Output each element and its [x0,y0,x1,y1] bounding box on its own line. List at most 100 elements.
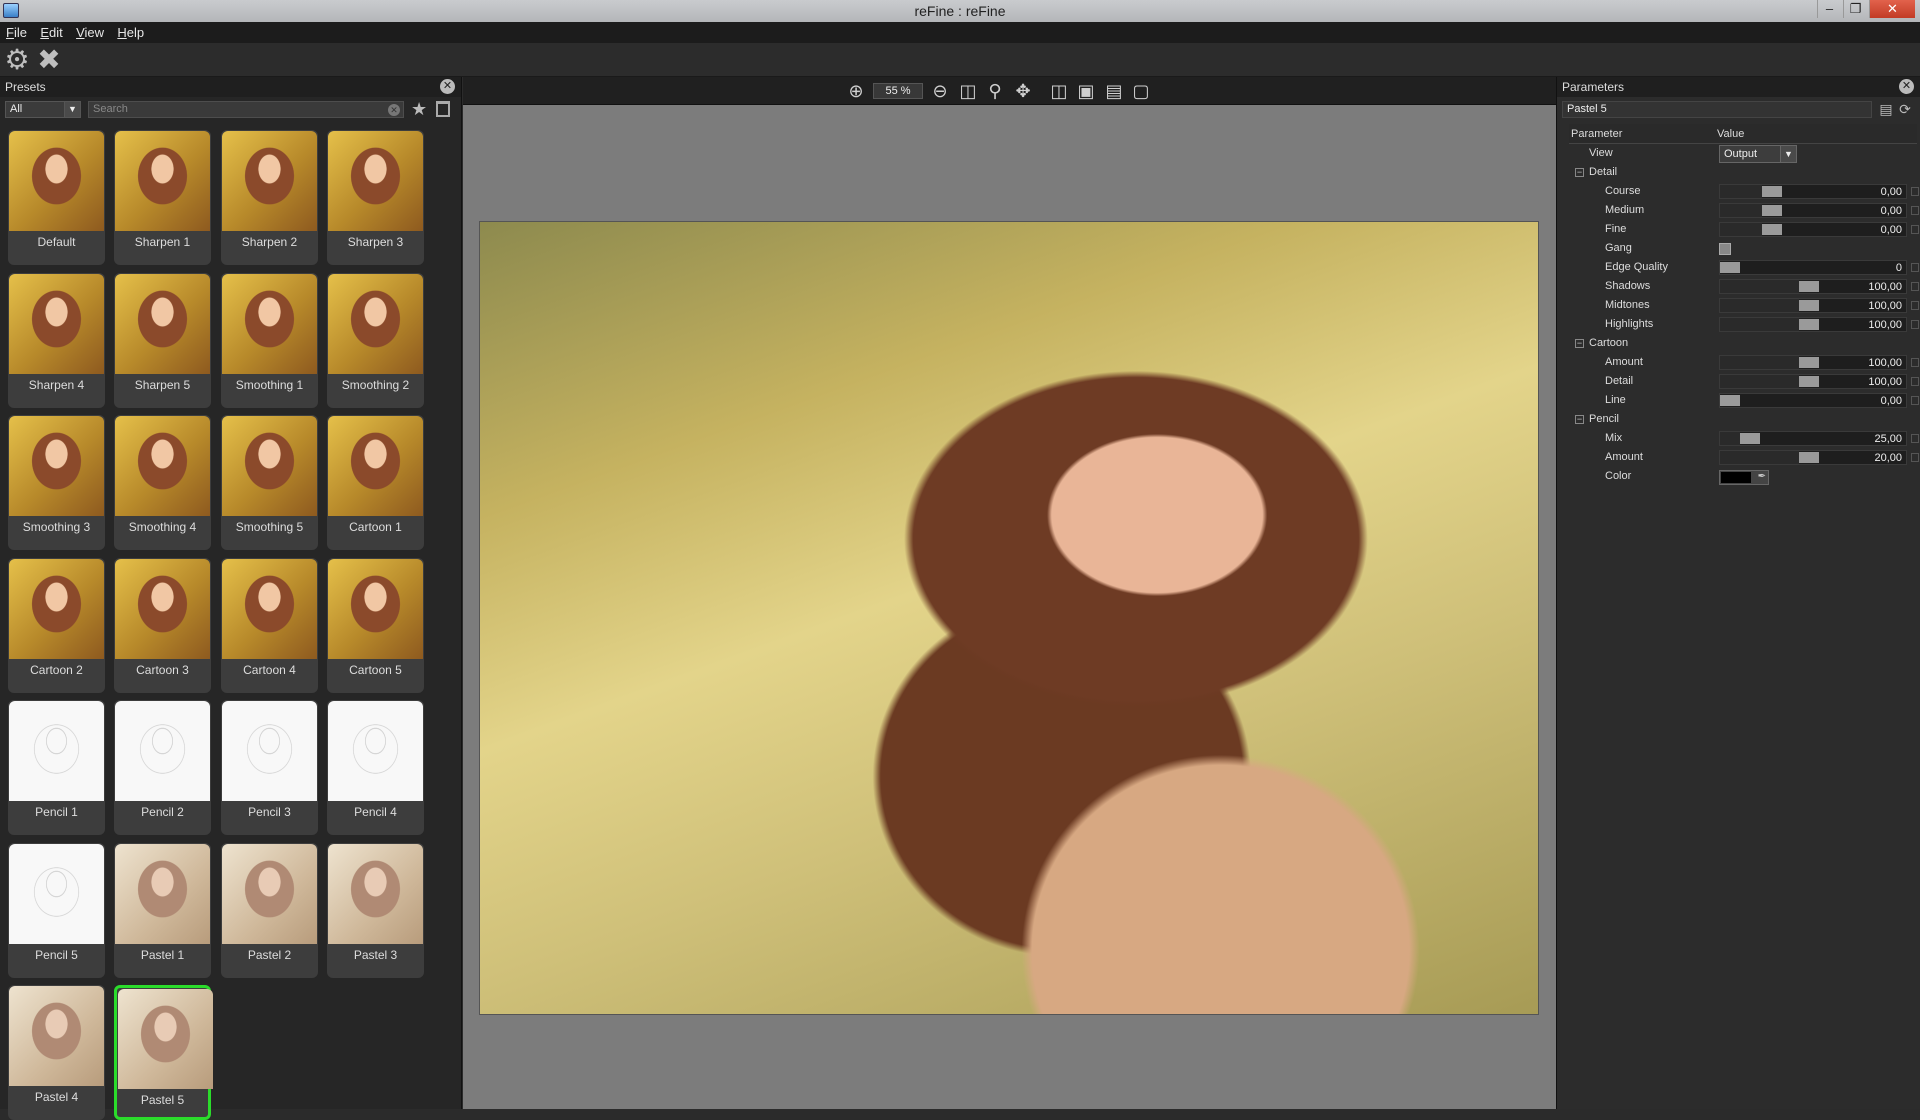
reset-icon[interactable]: ⟳ [1897,101,1913,117]
close-button[interactable]: ✕ [1869,0,1915,18]
side-by-side-icon[interactable]: ▣ [1075,81,1097,101]
preset-card[interactable]: Pencil 5 [8,843,105,978]
zoom-in-icon[interactable]: ⊕ [845,81,867,101]
color-picker[interactable]: ✒ [1719,470,1769,485]
reset-value-icon[interactable] [1911,282,1919,291]
preset-card[interactable]: Pastel 5 [114,985,213,1120]
reset-value-icon[interactable] [1911,263,1919,272]
slider-handle[interactable] [1799,376,1819,387]
param-slider[interactable]: 0 [1719,260,1907,275]
slider-handle[interactable] [1762,205,1782,216]
menu-help[interactable]: Help [111,22,148,40]
slider-handle[interactable] [1740,433,1760,444]
slider-handle[interactable] [1762,224,1782,235]
preset-card[interactable]: Pastel 1 [114,843,211,978]
close-parameters-icon[interactable]: ✕ [1899,79,1914,94]
trash-icon[interactable] [436,101,450,117]
preset-card[interactable]: Pastel 3 [327,843,424,978]
reset-value-icon[interactable] [1911,396,1919,405]
zoom-out-icon[interactable]: ⊖ [929,81,951,101]
single-view-icon[interactable]: ▢ [1130,81,1152,101]
preset-card[interactable]: Pencil 3 [221,700,318,835]
save-preset-icon[interactable]: ▤ [1878,101,1894,117]
slider-handle[interactable] [1720,262,1740,273]
preset-card[interactable]: Pencil 2 [114,700,211,835]
preset-card[interactable]: Sharpen 1 [114,130,211,265]
preset-card[interactable]: Cartoon 2 [8,558,105,693]
clear-search-icon[interactable]: ✕ [388,104,400,116]
reset-value-icon[interactable] [1911,225,1919,234]
preset-card[interactable]: Smoothing 2 [327,273,424,408]
reset-value-icon[interactable] [1911,206,1919,215]
favorite-star-icon[interactable]: ★ [411,99,427,120]
slider-handle[interactable] [1799,357,1819,368]
maximize-button[interactable]: ❐ [1843,0,1867,18]
gang-checkbox[interactable] [1719,243,1731,255]
preset-card[interactable]: Default [8,130,105,265]
collapse-icon[interactable]: − [1575,415,1584,424]
preset-card[interactable]: Pencil 1 [8,700,105,835]
preset-card[interactable]: Smoothing 4 [114,415,211,550]
reset-value-icon[interactable] [1911,377,1919,386]
view-select[interactable]: Output ▼ [1719,145,1797,163]
param-slider[interactable]: 100,00 [1719,298,1907,313]
collapse-icon[interactable]: − [1575,168,1584,177]
param-group-pencil[interactable]: − Pencil [1569,410,1917,429]
param-slider[interactable]: 0,00 [1719,203,1907,218]
close-image-icon[interactable]: ✖ [34,45,64,75]
slider-handle[interactable] [1720,395,1740,406]
output-image[interactable] [479,221,1539,1015]
preset-card[interactable]: Pastel 2 [221,843,318,978]
reset-value-icon[interactable] [1911,453,1919,462]
slider-handle[interactable] [1799,300,1819,311]
preset-card[interactable]: Smoothing 1 [221,273,318,408]
preset-card[interactable]: Smoothing 3 [8,415,105,550]
eyedropper-icon[interactable]: ✒ [1758,471,1766,482]
zoom-level-field[interactable]: 55 % [873,83,923,99]
reset-value-icon[interactable] [1911,358,1919,367]
preset-card[interactable]: Cartoon 4 [221,558,318,693]
fit-to-window-icon[interactable]: ◫ [957,81,979,101]
param-slider[interactable]: 100,00 [1719,355,1907,370]
split-view-icon[interactable]: ◫ [1048,81,1070,101]
preset-card[interactable]: Pastel 4 [8,985,105,1120]
param-group-detail[interactable]: − Detail [1569,163,1917,182]
preset-card[interactable]: Cartoon 5 [327,558,424,693]
preset-card[interactable]: Cartoon 1 [327,415,424,550]
reset-value-icon[interactable] [1911,187,1919,196]
param-slider[interactable]: 100,00 [1719,317,1907,332]
slider-handle[interactable] [1799,452,1819,463]
reset-value-icon[interactable] [1911,301,1919,310]
preset-card[interactable]: Sharpen 2 [221,130,318,265]
minimize-button[interactable]: – [1817,0,1841,18]
param-slider[interactable]: 0,00 [1719,393,1907,408]
slider-handle[interactable] [1799,281,1819,292]
gear-icon[interactable]: ⚙ [2,45,32,75]
reset-value-icon[interactable] [1911,320,1919,329]
preset-card[interactable]: Cartoon 3 [114,558,211,693]
param-slider[interactable]: 0,00 [1719,184,1907,199]
param-slider[interactable]: 0,00 [1719,222,1907,237]
slider-handle[interactable] [1799,319,1819,330]
param-slider[interactable]: 100,00 [1719,374,1907,389]
pan-move-icon[interactable]: ✥ [1012,81,1034,101]
preset-card[interactable]: Sharpen 5 [114,273,211,408]
category-select[interactable]: All ▼ [5,101,81,118]
split-horizontal-icon[interactable]: ▤ [1103,81,1125,101]
search-input[interactable]: Search ✕ [88,101,404,118]
collapse-icon[interactable]: − [1575,339,1584,348]
reset-value-icon[interactable] [1911,434,1919,443]
param-slider[interactable]: 100,00 [1719,279,1907,294]
slider-handle[interactable] [1762,186,1782,197]
menu-edit[interactable]: Edit [34,22,66,40]
preset-card[interactable]: Pencil 4 [327,700,424,835]
param-slider[interactable]: 25,00 [1719,431,1907,446]
preset-card[interactable]: Sharpen 4 [8,273,105,408]
preset-card[interactable]: Smoothing 5 [221,415,318,550]
menu-view[interactable]: View [70,22,108,40]
param-slider[interactable]: 20,00 [1719,450,1907,465]
preset-card[interactable]: Sharpen 3 [327,130,424,265]
preset-name-field[interactable]: Pastel 5 [1562,101,1872,118]
param-group-cartoon[interactable]: − Cartoon [1569,334,1917,353]
close-presets-icon[interactable]: ✕ [440,79,455,94]
